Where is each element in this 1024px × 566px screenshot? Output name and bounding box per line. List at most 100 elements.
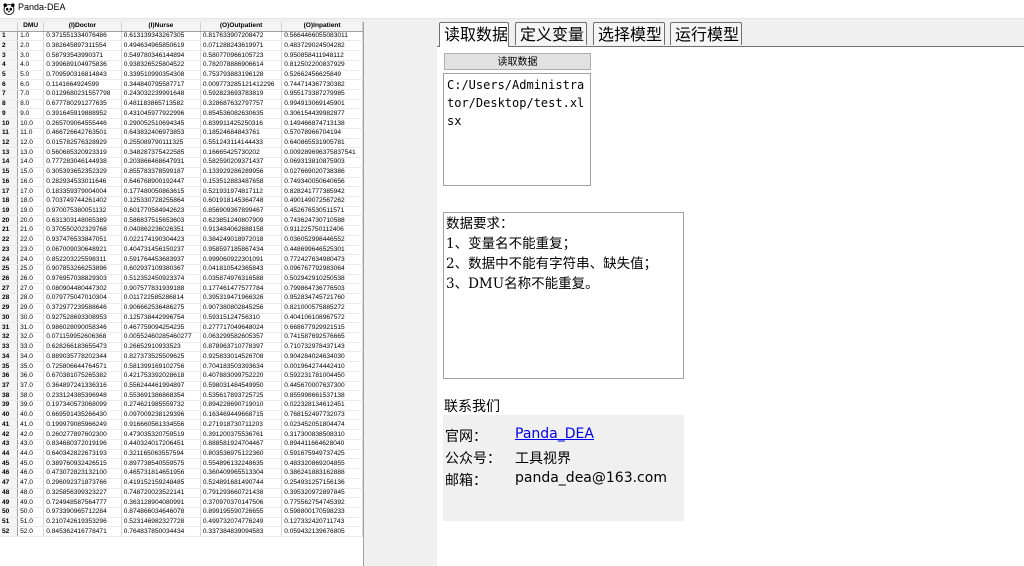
table-cell[interactable]: 47.0 [17, 478, 45, 489]
table-cell[interactable]: 0.888581924704467 [200, 439, 283, 450]
table-cell[interactable]: 0.499732074776249 [200, 517, 283, 528]
table-cell[interactable]: 0.243032239991648 [121, 89, 201, 100]
table-cell[interactable]: 0.828241777385942 [281, 186, 363, 197]
table-cell[interactable]: 0.364897241336316 [43, 381, 122, 392]
table-cell[interactable]: 0.483320869204855 [281, 458, 363, 470]
table-cell[interactable]: 5.0 [17, 70, 45, 81]
table-row[interactable]: 44 44.0 0.640342822673193 0.321165063557594… [0, 449, 363, 460]
table-cell[interactable]: 0.096767792983064 [281, 264, 363, 275]
table-row[interactable]: 5 5.0 0.709590316814843 0.339510990354308 0.… [0, 70, 363, 81]
table-cell[interactable]: 41.0 [17, 419, 45, 431]
table-row[interactable]: 33 33.0 0.628266183655473 0.26652910933523 0… [0, 342, 363, 353]
table-cell[interactable]: 0.748720023522141 [121, 488, 201, 499]
table-cell[interactable]: 3.0 [17, 50, 45, 61]
table-row[interactable]: 37 37.0 0.364897241336316 0.556244461994897… [0, 381, 363, 392]
table-cell[interactable]: 0.894228690719010 [200, 400, 283, 411]
tab-run-model[interactable]: 运行模型 [670, 22, 742, 45]
row-index-cell[interactable]: 34 [0, 351, 19, 363]
table-cell[interactable]: 0.483729024504282 [281, 40, 363, 52]
row-index-cell[interactable]: 18 [0, 196, 19, 207]
row-index-cell[interactable]: 17 [0, 186, 19, 197]
table-row[interactable]: 52 52.0 0.845362416778471 0.764837850034434… [0, 526, 363, 538]
table-cell[interactable]: 0.764837850034434 [121, 526, 201, 538]
column-header[interactable]: (I)Nurse [121, 22, 201, 32]
table-cell[interactable]: 0.553691386868354 [121, 390, 201, 402]
table-row[interactable]: 49 49.0 0.724948587564777 0.363128904080991… [0, 497, 363, 508]
table-row[interactable]: 31 31.0 0.986028090058346 0.467759094254235… [0, 322, 363, 333]
table-cell[interactable]: 0.57078966704194 [281, 128, 363, 139]
table-cell[interactable]: 0.277717049648024 [200, 322, 283, 333]
row-index-cell[interactable]: 7 [0, 89, 19, 100]
table-cell[interactable]: 0.370550202329768 [43, 225, 122, 236]
table-cell[interactable]: 0.669591435266430 [43, 410, 122, 421]
table-cell[interactable]: 0.001964274442410 [281, 361, 363, 372]
table-row[interactable]: 51 51.0 0.210742619353296 0.523146982327728… [0, 517, 363, 528]
table-cell[interactable]: 0.040862236026351 [121, 225, 201, 236]
table-cell[interactable]: 28.0 [17, 293, 45, 304]
table-row[interactable]: 15 15.0 0.305393652352329 0.855783378599187… [0, 167, 363, 178]
table-cell[interactable]: 0.321165063557594 [121, 449, 201, 460]
table-row[interactable]: 2 2.0 0.382645897311554 0.494634965850619 0.… [0, 40, 363, 52]
table-cell[interactable]: 0.448699646525301 [281, 245, 363, 256]
row-index-cell[interactable]: 9 [0, 108, 19, 120]
table-cell[interactable]: 0.399689104975836 [43, 60, 122, 71]
row-index-cell[interactable]: 37 [0, 381, 19, 392]
table-cell[interactable]: 39.0 [17, 400, 45, 411]
row-index-cell[interactable]: 41 [0, 419, 19, 431]
table-cell[interactable]: 0.274621985559732 [121, 400, 201, 411]
table-cell[interactable]: 0.592823693783819 [200, 89, 283, 100]
table-cell[interactable]: 0.586837515653603 [121, 215, 201, 227]
table-cell[interactable]: 0.768152497732073 [281, 410, 363, 421]
table-cell[interactable]: 0.874866034646078 [121, 507, 201, 518]
tab-select-model[interactable]: 选择模型 [593, 22, 665, 45]
table-cell[interactable]: 19.0 [17, 206, 45, 217]
table-cell[interactable]: 0.710732978437143 [281, 342, 363, 353]
table-cell[interactable]: 0.560685320923319 [43, 147, 122, 159]
table-cell[interactable]: 0.994913069145901 [281, 99, 363, 110]
table-row[interactable]: 41 41.0 0.199979085966249 0.916660561334556… [0, 419, 363, 431]
table-cell[interactable]: 0.535617893725725 [200, 390, 283, 402]
table-row[interactable]: 8 8.0 0.677780291277635 0.481183865713582 0.… [0, 99, 363, 110]
column-header[interactable]: (O)Outpatient [200, 22, 283, 32]
row-index-cell[interactable]: 14 [0, 157, 19, 168]
table-cell[interactable]: 0.041810542365843 [200, 264, 283, 275]
table-row[interactable]: 11 11.0 0.466726642763501 0.643832406973853… [0, 128, 363, 139]
row-index-cell[interactable]: 33 [0, 342, 19, 353]
table-cell[interactable]: 0.465731814651956 [121, 468, 201, 479]
table-cell[interactable]: 0.339510990354308 [121, 70, 201, 81]
table-cell[interactable]: 16.0 [17, 177, 45, 188]
row-index-cell[interactable]: 52 [0, 526, 19, 538]
table-cell[interactable]: 0.670381075265382 [43, 371, 122, 382]
table-cell[interactable]: 22.0 [17, 235, 45, 246]
row-index-cell[interactable]: 43 [0, 439, 19, 450]
table-cell[interactable]: 49.0 [17, 497, 45, 508]
table-row[interactable]: 29 29.0 0.372977239588646 0.906662536486275… [0, 303, 363, 314]
table-row[interactable]: 27 27.0 0.080904480447302 0.907577831939188… [0, 283, 363, 295]
row-index-cell[interactable]: 40 [0, 410, 19, 421]
table-cell[interactable]: 0.153512883487658 [200, 177, 283, 188]
row-index-cell[interactable]: 6 [0, 79, 19, 91]
table-cell[interactable]: 30.0 [17, 313, 45, 324]
column-header[interactable]: (O)Inpatient [281, 22, 363, 32]
table-cell[interactable]: 18.0 [17, 196, 45, 207]
table-cell[interactable]: 0.925833014526708 [200, 351, 283, 363]
table-cell[interactable]: 0.970075380051132 [43, 206, 122, 217]
table-cell[interactable]: 44.0 [17, 449, 45, 460]
table-cell[interactable]: 36.0 [17, 371, 45, 382]
row-index-cell[interactable]: 4 [0, 60, 19, 71]
table-cell[interactable]: 0.035874976316588 [200, 274, 283, 285]
table-cell[interactable]: 0.725806644764571 [43, 361, 122, 372]
table-cell[interactable]: 38.0 [17, 390, 45, 402]
table-cell[interactable]: 0.889035778202344 [43, 351, 122, 363]
table-cell[interactable]: 0.601918145364748 [200, 196, 283, 207]
table-cell[interactable]: 0.521931974817112 [200, 186, 283, 197]
table-cell[interactable]: 0.749340050640656 [281, 177, 363, 188]
table-row[interactable]: 30 30.0 0.927528693308953 0.125738442996754… [0, 313, 363, 324]
table-cell[interactable]: 0.878963710778397 [200, 342, 283, 353]
table-row[interactable]: 10 10.0 0.265709064555446 0.290052510694345… [0, 118, 363, 129]
row-index-cell[interactable]: 49 [0, 497, 19, 508]
row-index-cell[interactable]: 12 [0, 138, 19, 149]
table-cell[interactable]: 0.197340573068099 [43, 400, 122, 411]
table-cell[interactable]: 0.18524684843761 [200, 128, 283, 139]
table-row[interactable]: 23 23.0 0.067009030648921 0.404731456150237… [0, 245, 363, 256]
